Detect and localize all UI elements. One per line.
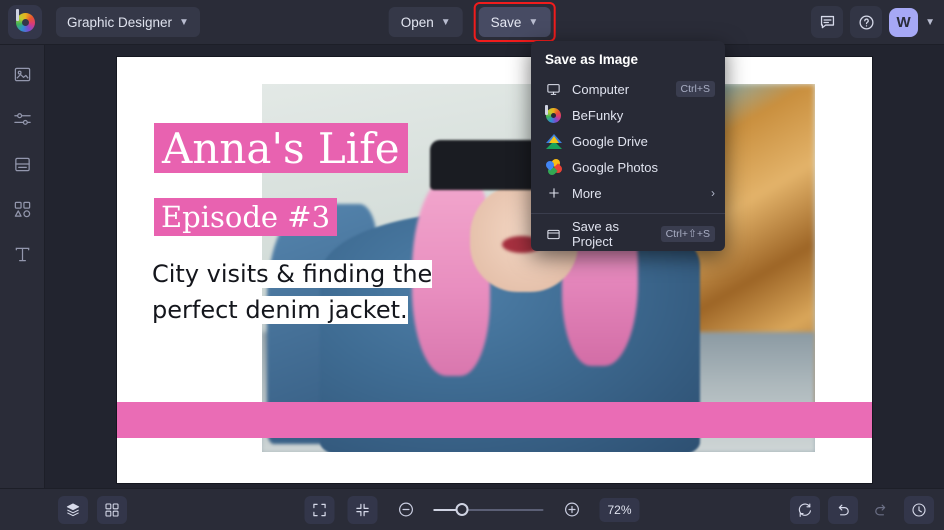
avatar[interactable]: W xyxy=(889,7,919,37)
shortcut-badge: Ctrl+⇧+S xyxy=(660,226,715,242)
grid-icon[interactable] xyxy=(97,495,127,524)
sidebar-item-image-manager[interactable] xyxy=(7,59,37,89)
open-button[interactable]: Open ▼ xyxy=(388,7,463,37)
chevron-down-icon: ▼ xyxy=(528,16,539,28)
bottom-left-group xyxy=(58,495,127,524)
folder-icon xyxy=(545,226,562,243)
menu-item-label: More xyxy=(572,185,602,201)
account-actions-group: W ▼ xyxy=(811,6,935,38)
undo-icon[interactable] xyxy=(828,495,858,524)
save-button-highlight: Save ▼ xyxy=(473,2,556,42)
title-text[interactable]: Anna's Life xyxy=(154,123,408,173)
menu-item-google-drive[interactable]: Google Drive xyxy=(531,128,725,154)
menu-item-label: Save as Project xyxy=(572,219,619,249)
menu-item-label: Computer xyxy=(572,81,630,97)
help-icon[interactable] xyxy=(850,6,883,38)
collapse-icon[interactable] xyxy=(347,495,378,524)
history-controls-group xyxy=(790,495,934,524)
befunky-graphic-designer-app: Graphic Designer ▼ Open ▼ Save ▼ W ▼ Ann… xyxy=(0,0,944,530)
chevron-down-icon: ▼ xyxy=(440,16,451,28)
menu-item-label: Google Drive xyxy=(572,133,648,149)
monitor-icon xyxy=(545,81,562,98)
zoom-out-icon[interactable] xyxy=(391,496,421,524)
chevron-down-icon[interactable]: ▼ xyxy=(925,17,935,28)
zoom-in-icon[interactable] xyxy=(557,496,587,524)
shortcut-badge: Ctrl+S xyxy=(675,81,715,97)
zoom-slider[interactable] xyxy=(433,503,544,517)
menu-item-label: BeFunky xyxy=(572,107,624,123)
plus-icon xyxy=(545,185,562,202)
zoom-controls-group: 72% xyxy=(304,495,640,524)
design-canvas[interactable]: Anna's Life Episode #3 City visits & fin… xyxy=(117,57,872,483)
sidebar-item-text[interactable] xyxy=(7,239,37,269)
sidebar-item-edit-adjust[interactable] xyxy=(7,104,37,134)
layers-icon[interactable] xyxy=(58,495,88,524)
sidebar-item-graphics[interactable] xyxy=(7,194,37,224)
google-drive-icon xyxy=(545,133,562,150)
befunky-logo-button[interactable] xyxy=(8,5,42,39)
project-type-label: Graphic Designer xyxy=(67,14,173,30)
menu-divider xyxy=(531,213,725,214)
menu-item-befunky[interactable]: BeFunky xyxy=(531,102,725,128)
menu-item-computer[interactable]: Computer Ctrl+S xyxy=(531,76,725,102)
menu-item-save-as-project[interactable]: Save as Project Ctrl+⇧+S xyxy=(531,219,725,249)
menu-item-label: Google Photos xyxy=(572,159,659,175)
save-label: Save xyxy=(490,14,522,30)
chat-icon[interactable] xyxy=(811,6,844,38)
google-photos-icon xyxy=(543,157,564,177)
befunky-icon xyxy=(545,104,562,124)
menu-item-more[interactable]: More › xyxy=(531,180,725,206)
save-dropdown-menu: Save as Image Computer Ctrl+S BeFunky Go… xyxy=(531,41,725,251)
canvas-stage[interactable]: Anna's Life Episode #3 City visits & fin… xyxy=(45,45,944,488)
body-text[interactable]: City visits & finding the perfect denim … xyxy=(152,256,452,328)
save-button[interactable]: Save ▼ xyxy=(478,7,551,37)
history-icon[interactable] xyxy=(904,495,934,524)
left-tool-rail xyxy=(0,45,45,530)
subtitle-text[interactable]: Episode #3 xyxy=(154,198,338,236)
file-actions-group: Open ▼ Save ▼ xyxy=(388,2,556,42)
redo-icon[interactable] xyxy=(866,496,896,524)
body-text-value: City visits & finding the perfect denim … xyxy=(152,260,433,324)
chevron-down-icon: ▼ xyxy=(179,16,189,28)
avatar-initial: W xyxy=(896,13,911,31)
menu-item-google-photos[interactable]: Google Photos xyxy=(531,154,725,180)
save-menu-title: Save as Image xyxy=(545,52,639,67)
sidebar-item-templates[interactable] xyxy=(7,149,37,179)
fit-screen-icon[interactable] xyxy=(304,495,335,524)
open-label: Open xyxy=(400,14,434,30)
pink-accent-bar[interactable] xyxy=(117,402,872,438)
top-toolbar: Graphic Designer ▼ Open ▼ Save ▼ W ▼ xyxy=(0,0,944,45)
bottom-toolbar: 72% xyxy=(0,488,944,530)
chevron-right-icon: › xyxy=(711,186,715,200)
befunky-logo-icon xyxy=(15,8,35,32)
project-type-selector[interactable]: Graphic Designer ▼ xyxy=(56,7,200,37)
zoom-level-display[interactable]: 72% xyxy=(599,497,640,522)
reset-icon[interactable] xyxy=(790,495,820,524)
zoom-slider-handle[interactable] xyxy=(455,503,469,516)
